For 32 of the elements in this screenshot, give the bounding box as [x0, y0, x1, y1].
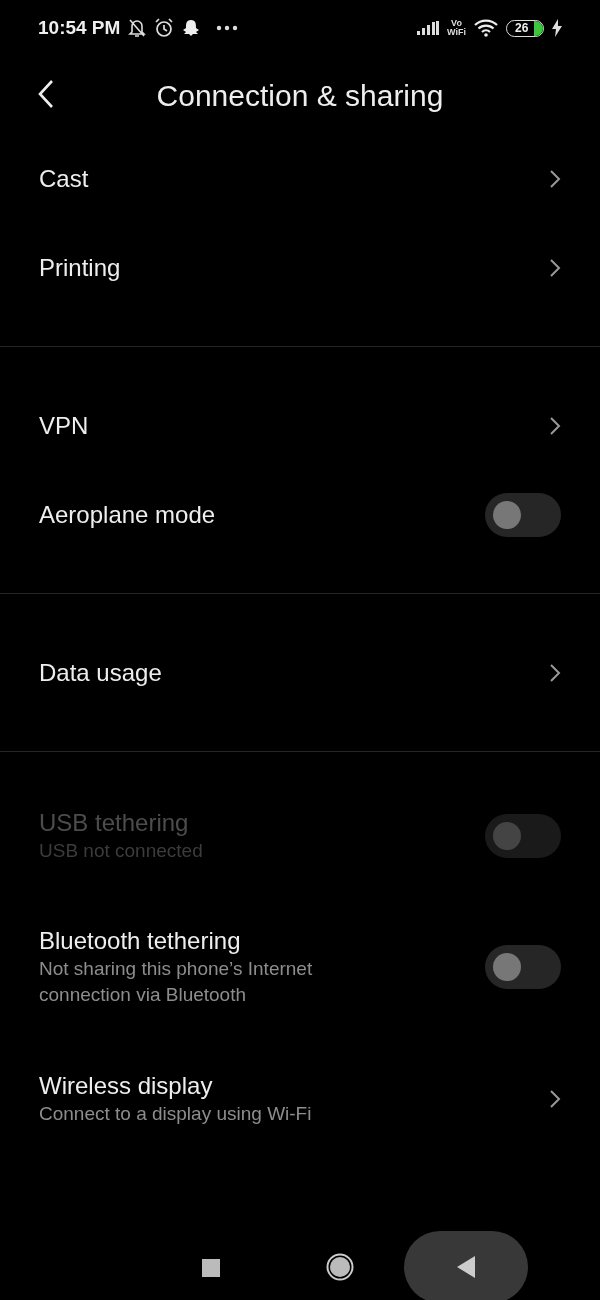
chevron-right-icon [549, 257, 561, 278]
setting-description: USB not connected [39, 839, 203, 863]
home-button[interactable] [326, 1253, 354, 1281]
back-button[interactable] [36, 78, 56, 110]
status-time: 10:54 PM [38, 15, 121, 40]
more-icon [216, 25, 239, 31]
alarm-icon [154, 18, 175, 38]
setting-title: VPN [39, 410, 89, 441]
setting-title: Printing [39, 252, 121, 283]
setting-title: Cast [39, 163, 89, 194]
setting-title: Bluetooth tethering [39, 926, 242, 957]
setting-description: Not sharing this phone’s Internet connection via Bluetooth [39, 957, 314, 1008]
battery-fill-icon [533, 20, 543, 36]
setting-title: Wireless display [39, 1070, 214, 1101]
wifi-icon [474, 19, 498, 37]
back-triangle-icon [457, 1256, 475, 1278]
signal-icon [417, 21, 440, 35]
toggle-switch[interactable] [485, 945, 561, 990]
battery-percent: 26 [514, 20, 529, 35]
setting-title: Aeroplane mode [39, 499, 216, 530]
page-title: Connection & sharing [156, 77, 444, 114]
toggle-switch[interactable] [485, 492, 561, 537]
chevron-right-icon [549, 168, 561, 189]
setting-description: Connect to a display using Wi-Fi [39, 1101, 312, 1126]
chevron-right-icon [549, 662, 561, 683]
vowifi-label: Vo WiFi [447, 19, 466, 37]
ghost-icon [182, 19, 201, 37]
chevron-right-icon [549, 1088, 561, 1109]
bell-off-icon [128, 18, 147, 38]
chevron-right-icon [549, 415, 561, 436]
setting-title: USB tethering [39, 808, 190, 838]
setting-title: Data usage [39, 657, 162, 688]
